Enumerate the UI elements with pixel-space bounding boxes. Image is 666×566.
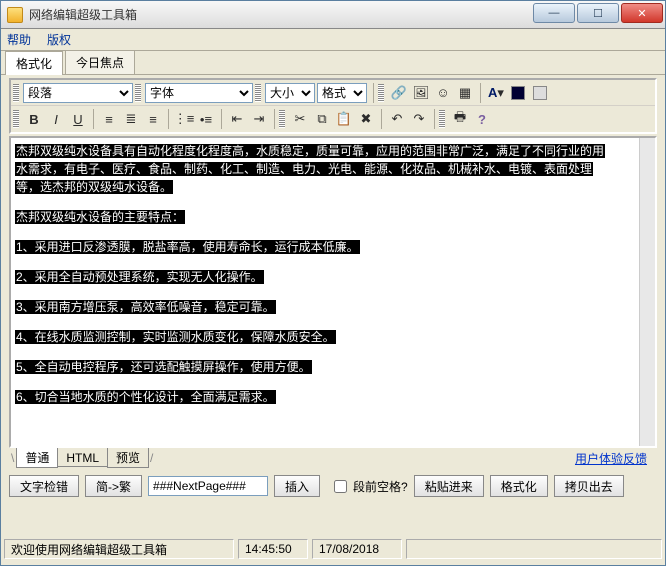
feedback-link[interactable]: 用户体验反馈 [575,450,647,467]
content-text: 6、切合当地水质的个性化设计，全面满足需求。 [15,390,276,404]
text-color-icon[interactable]: A▾ [485,82,507,104]
indent-icon[interactable]: ⇥ [248,108,270,130]
status-spacer [406,539,662,559]
bold-icon[interactable]: B [23,108,45,130]
toolbar-grip [13,110,19,128]
simp-to-trad-button[interactable]: 简->繁 [85,475,142,497]
toolbar-row-2: B I U ≡ ≣ ≡ ⋮≡ •≡ ⇤ ⇥ ✂ ⧉ 📋 ✖ ↶ ↷ 🖶 ? [11,106,655,132]
toolbar-grip [13,84,19,102]
paste-in-button[interactable]: 粘贴进来 [414,475,484,497]
ordered-list-icon[interactable]: ⋮≡ [173,108,195,130]
tab-html[interactable]: HTML [57,450,108,467]
content-text: 水需求，有电子、医疗、食品、制药、化工、制造、电力、光电、能源、化妆品、机械补水… [15,162,593,176]
tab-format[interactable]: 格式化 [5,51,63,75]
tab-preview[interactable]: 预览 [107,448,149,468]
app-icon [7,7,23,23]
menu-help[interactable]: 帮助 [7,31,31,48]
scrollbar[interactable] [639,138,655,446]
content-text: 1、采用进口反渗透膜，脱盐率高，使用寿命长，运行成本低廉。 [15,240,360,254]
format-button[interactable]: 格式化 [490,475,548,497]
unordered-list-icon[interactable]: •≡ [195,108,217,130]
underline-icon[interactable]: U [67,108,89,130]
font-select[interactable]: 字体 [145,83,253,103]
statusbar: 欢迎使用网络编辑超级工具箱 14:45:50 17/08/2018 [4,538,662,560]
content-text: 3、采用南方增压泵，高效率低噪音，稳定可靠。 [15,300,276,314]
toolbar-grip [279,110,285,128]
print-icon[interactable]: 🖶 [449,108,471,130]
toolbar-area: 段落 字体 大小 格式 🔗 🖼 ☺ ▦ A▾ B I U ≡ ≣ ≡ [9,78,657,134]
toolbar-grip [255,84,261,102]
style-select[interactable]: 格式 [317,83,367,103]
content-text: 4、在线水质监测控制，实时监测水质变化，保障水质安全。 [15,330,336,344]
trim-spaces-checkbox[interactable]: 段前空格? [330,477,408,496]
tab-today[interactable]: 今日焦点 [65,50,135,74]
menubar: 帮助 版权 [1,29,665,51]
redo-icon[interactable]: ↷ [408,108,430,130]
table-icon[interactable]: ▦ [454,82,476,104]
nextpage-input[interactable] [148,476,268,496]
insert-button[interactable]: 插入 [274,475,320,497]
window-title: 网络编辑超级工具箱 [29,6,533,23]
paste-icon[interactable]: 📋 [333,108,355,130]
italic-icon[interactable]: I [45,108,67,130]
paragraph-select[interactable]: 段落 [23,83,133,103]
close-button[interactable]: ✕ [621,3,663,23]
tab-normal[interactable]: 普通 [16,448,58,468]
menu-copyright[interactable]: 版权 [47,31,71,48]
link-icon[interactable]: 🔗 [388,82,410,104]
content-text: 2、采用全自动预处理系统，实现无人化操作。 [15,270,264,284]
titlebar: 网络编辑超级工具箱 — ☐ ✕ [1,1,665,29]
toolbar-grip [135,84,141,102]
top-tabstrip: 格式化 今日焦点 [1,51,665,75]
font-color-swatch[interactable] [507,82,529,104]
undo-icon[interactable]: ↶ [386,108,408,130]
align-right-icon[interactable]: ≡ [142,108,164,130]
button-row: 文字检错 简->繁 插入 段前空格? 粘贴进来 格式化 拷贝出去 [9,472,657,500]
outdent-icon[interactable]: ⇤ [226,108,248,130]
content-text: 杰邦双级纯水设备具有自动化程度化程度高，水质稳定，质量可靠，应用的范围非常广泛，… [15,144,605,158]
copy-out-button[interactable]: 拷贝出去 [554,475,624,497]
status-time: 14:45:50 [238,539,308,559]
editor[interactable]: 杰邦双级纯水设备具有自动化程度化程度高，水质稳定，质量可靠，应用的范围非常广泛，… [9,136,657,448]
lower-tabstrip: \ 普通 HTML 预览 / 用户体验反馈 [9,448,657,468]
toolbar-grip [439,110,445,128]
toolbar-grip [378,84,384,102]
minimize-button[interactable]: — [533,3,575,23]
copy-icon[interactable]: ⧉ [311,108,333,130]
size-select[interactable]: 大小 [265,83,315,103]
image-icon[interactable]: 🖼 [410,82,432,104]
content-text: 等，选杰邦的双级纯水设备。 [15,180,173,194]
status-welcome: 欢迎使用网络编辑超级工具箱 [4,539,234,559]
content-text: 5、全自动电控程序，还可选配触摸屏操作，使用方便。 [15,360,312,374]
help-icon[interactable]: ? [471,108,493,130]
bg-color-swatch[interactable] [529,82,551,104]
spellcheck-button[interactable]: 文字检错 [9,475,79,497]
cut-icon[interactable]: ✂ [289,108,311,130]
emoji-icon[interactable]: ☺ [432,82,454,104]
toolbar-row-1: 段落 字体 大小 格式 🔗 🖼 ☺ ▦ A▾ [11,80,655,106]
maximize-button[interactable]: ☐ [577,3,619,23]
align-left-icon[interactable]: ≡ [98,108,120,130]
status-date: 17/08/2018 [312,539,402,559]
align-center-icon[interactable]: ≣ [120,108,142,130]
content-text: 杰邦双级纯水设备的主要特点： [15,210,185,224]
delete-icon[interactable]: ✖ [355,108,377,130]
trim-spaces-label: 段前空格? [353,478,408,495]
trim-spaces-input[interactable] [334,480,347,493]
